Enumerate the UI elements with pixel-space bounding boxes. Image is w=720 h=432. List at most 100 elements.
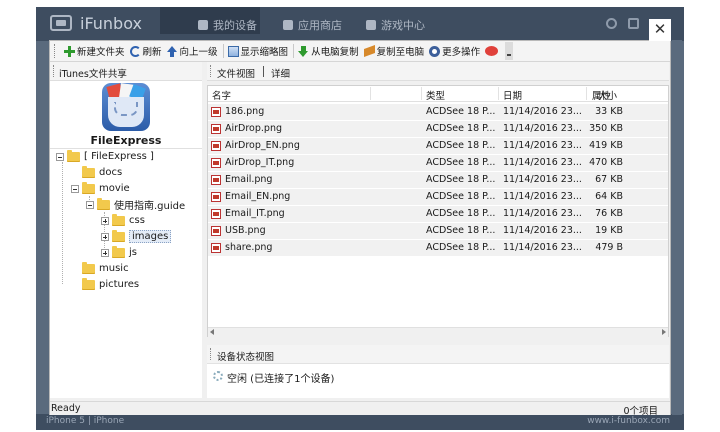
file-name: Email_IT.png <box>225 208 285 219</box>
panel-grip <box>53 65 56 77</box>
file-type: ACDSee 18 P... <box>426 225 496 236</box>
expand-icon[interactable] <box>101 216 109 225</box>
show-thumbnails-button[interactable]: 显示缩略图 <box>226 42 292 60</box>
image-file-icon <box>211 243 221 253</box>
file-type: ACDSee 18 P... <box>426 140 496 151</box>
tree-item-js[interactable]: js <box>101 245 137 260</box>
gamepad-icon <box>366 20 376 30</box>
file-row[interactable]: Email_EN.png 64 KB ACDSee 18 P... 11/14/201… <box>208 189 668 205</box>
file-type: ACDSee 18 P... <box>426 157 496 168</box>
column-header-attributes[interactable]: 属性 <box>592 88 611 102</box>
toolbar-grip[interactable] <box>54 44 58 58</box>
nav-tab-my-device[interactable]: 我的设备 <box>198 17 257 33</box>
file-row[interactable]: Email.png 67 KB ACDSee 18 P... 11/14/2016 2… <box>208 172 668 188</box>
file-row[interactable]: AirDrop_EN.png 419 KB ACDSee 18 P... 11/14/… <box>208 138 668 154</box>
tree-item-movie[interactable]: movie <box>71 181 130 196</box>
tree-item-pictures[interactable]: pictures <box>82 277 139 292</box>
column-header-type[interactable]: 类型 <box>426 88 445 102</box>
tree-connector <box>62 162 64 284</box>
more-actions-button[interactable]: 更多操作 <box>427 42 483 60</box>
file-row[interactable]: Email_IT.png 76 KB ACDSee 18 P... 11/14/201… <box>208 206 668 222</box>
image-file-icon <box>211 175 221 185</box>
tree-item-fileexpress-root[interactable]: [ FileExpress ] <box>56 149 154 164</box>
store-icon <box>283 20 293 30</box>
expand-icon[interactable] <box>101 248 109 257</box>
file-date: 11/14/2016 23... <box>503 225 582 236</box>
file-type: ACDSee 18 P... <box>426 208 496 219</box>
tree-item-css[interactable]: css <box>101 213 145 228</box>
file-row[interactable]: AirDrop.png 350 KB ACDSee 18 P... 11/14/201… <box>208 121 668 137</box>
file-row[interactable]: USB.png 19 KB ACDSee 18 P... 11/14/2016 23.… <box>208 223 668 239</box>
file-type: ACDSee 18 P... <box>426 191 496 202</box>
more-icon <box>429 45 441 57</box>
folder-icon <box>82 277 95 290</box>
folder-icon <box>82 261 95 274</box>
itunes-file-sharing-label: iTunes文件共享 <box>59 69 127 80</box>
file-name: 186.png <box>225 106 265 117</box>
collapse-icon[interactable] <box>56 152 64 161</box>
new-folder-button[interactable]: 新建文件夹 <box>62 42 128 60</box>
device-logo-icon <box>50 15 72 31</box>
tab-details[interactable]: 详细 <box>271 66 290 80</box>
fileexpress-app-icon[interactable] <box>102 83 150 131</box>
minimize-icon[interactable] <box>628 18 639 29</box>
up-level-button[interactable]: 向上一级 <box>165 42 221 60</box>
file-name: Email.png <box>225 174 273 185</box>
app-name-label: FileExpress <box>90 134 162 147</box>
settings-icon[interactable] <box>606 18 617 29</box>
file-name: USB.png <box>225 225 266 236</box>
weibo-share-button[interactable] <box>483 42 503 60</box>
website-link[interactable]: www.i-funbox.com <box>587 416 670 426</box>
collapse-icon[interactable] <box>71 184 79 193</box>
phone-icon <box>198 20 208 30</box>
file-date: 11/14/2016 23... <box>503 157 582 168</box>
arrow-down-icon <box>298 45 309 57</box>
file-date: 11/14/2016 23... <box>503 106 582 117</box>
folder-open-icon <box>82 181 95 194</box>
file-row[interactable]: AirDrop_IT.png 470 KB ACDSee 18 P... 11/14/… <box>208 155 668 171</box>
file-date: 11/14/2016 23... <box>503 208 582 219</box>
column-header-date[interactable]: 日期 <box>503 88 522 102</box>
file-type: ACDSee 18 P... <box>426 123 496 134</box>
file-name: share.png <box>225 242 273 253</box>
tree-item-music[interactable]: music <box>82 261 129 276</box>
file-type: ACDSee 18 P... <box>426 174 496 185</box>
folder-icon <box>112 229 125 242</box>
file-row[interactable]: 186.png 33 KB ACDSee 18 P... 11/14/2016 23.… <box>208 104 668 120</box>
image-file-icon <box>211 226 221 236</box>
column-header-name[interactable]: 名字 <box>212 88 231 102</box>
tree-item-images[interactable]: images <box>101 229 172 244</box>
status-bar: Ready 0个项目 <box>50 401 670 417</box>
folder-open-icon <box>67 149 80 162</box>
close-button[interactable]: ✕ <box>649 19 671 41</box>
image-file-icon <box>211 107 221 117</box>
copy-from-pc-button[interactable]: 从电脑复制 <box>296 42 362 60</box>
tree-item-guide[interactable]: 使用指南.guide <box>86 197 185 212</box>
image-file-icon <box>211 141 221 151</box>
tab-file-view[interactable]: 文件视图 <box>217 66 255 80</box>
horizontal-scrollbar[interactable] <box>208 327 668 337</box>
device-status-header: 设备状态视图 <box>207 345 669 364</box>
collapse-icon[interactable] <box>86 200 94 209</box>
app-brand: iFunbox <box>80 14 142 33</box>
file-date: 11/14/2016 23... <box>503 242 582 253</box>
refresh-button[interactable]: 刷新 <box>128 42 165 60</box>
plus-icon <box>64 45 75 57</box>
file-name: AirDrop_EN.png <box>225 140 300 151</box>
scroll-left-icon[interactable] <box>210 329 214 335</box>
tree-item-docs[interactable]: docs <box>82 165 122 180</box>
copy-to-pc-button[interactable]: 复制至电脑 <box>362 42 428 60</box>
toolbar-overflow-dropdown[interactable] <box>505 42 514 60</box>
expand-icon[interactable] <box>101 232 109 241</box>
folder-icon <box>112 213 125 226</box>
nav-tab-app-store[interactable]: 应用商店 <box>283 17 342 33</box>
tab-divider <box>263 66 264 77</box>
thumbnail-icon <box>227 45 239 57</box>
refresh-icon <box>129 45 141 57</box>
copy-to-pc-icon <box>364 46 375 57</box>
scroll-right-icon[interactable] <box>662 329 666 335</box>
file-row[interactable]: share.png 479 B ACDSee 18 P... 11/14/2016 2… <box>208 240 668 256</box>
nav-tab-game-center[interactable]: 游戏中心 <box>366 17 425 33</box>
status-ready: Ready <box>51 403 81 414</box>
panel-grip <box>210 65 213 77</box>
